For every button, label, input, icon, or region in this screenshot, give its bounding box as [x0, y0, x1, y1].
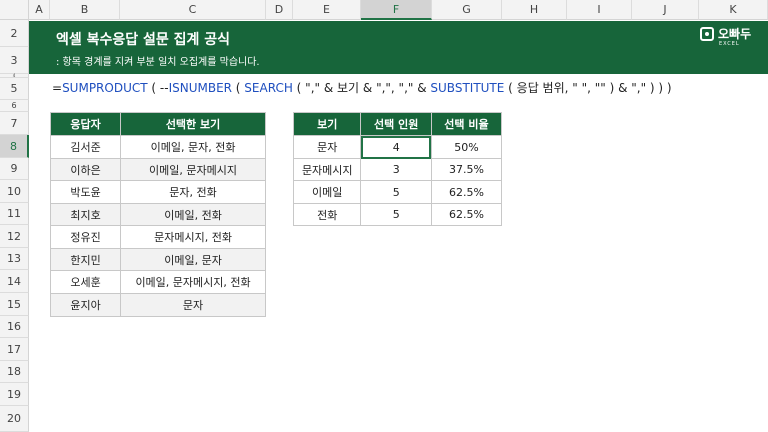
- option-cell[interactable]: 전화: [292, 203, 362, 226]
- formula-text[interactable]: =SUMPRODUCT ( --ISNUMBER ( SEARCH ( "," …: [52, 79, 672, 96]
- row-header-12[interactable]: 12: [0, 225, 29, 248]
- row-header-15[interactable]: 15: [0, 293, 29, 316]
- row-header-11[interactable]: 11: [0, 203, 29, 225]
- col-header-e[interactable]: E: [293, 0, 361, 20]
- banner-subtitle: : 항목 경계를 지켜 부분 일치 오집계를 막습니다.: [56, 57, 260, 68]
- col-header-j[interactable]: J: [632, 0, 699, 20]
- options-cell[interactable]: 이메일, 문자메시지: [120, 158, 266, 181]
- count-cell[interactable]: 5: [360, 203, 432, 226]
- options-cell[interactable]: 문자, 전화: [120, 180, 266, 204]
- row-header-8[interactable]: 8: [0, 135, 29, 158]
- col-header-h[interactable]: H: [502, 0, 567, 20]
- col-header-a[interactable]: A: [29, 0, 50, 20]
- col-header-g[interactable]: G: [432, 0, 502, 20]
- option-cell[interactable]: 문자: [292, 135, 362, 159]
- row-header-14[interactable]: 14: [0, 270, 29, 293]
- respondent-cell[interactable]: 윤지아: [49, 293, 122, 317]
- table-row: 오세훈 이메일, 문자메시지, 전화: [49, 270, 266, 294]
- table-row: 윤지아 문자: [49, 293, 266, 317]
- table-row: 한지민 이메일, 문자: [49, 248, 266, 271]
- col-header-d[interactable]: D: [266, 0, 293, 20]
- row-header-6[interactable]: 6: [0, 100, 29, 112]
- row-header-20[interactable]: 20: [0, 406, 29, 432]
- table-row: 문자메시지 3 37.5%: [292, 158, 503, 181]
- row-header-13[interactable]: 13: [0, 248, 29, 270]
- count-cell-selected[interactable]: 4: [360, 135, 432, 159]
- count-cell[interactable]: 3: [360, 158, 432, 181]
- col-header-k[interactable]: K: [699, 0, 768, 20]
- col-header-b[interactable]: B: [50, 0, 120, 20]
- row-header-16[interactable]: 16: [0, 316, 29, 338]
- logo-subtext: EXCEL: [719, 41, 740, 47]
- row-header-10[interactable]: 10: [0, 180, 29, 203]
- ratio-cell[interactable]: 37.5%: [430, 158, 503, 181]
- options-cell[interactable]: 이메일, 문자메시지, 전화: [120, 270, 266, 294]
- table-row: 문자 4 50%: [292, 135, 503, 159]
- row-header-3[interactable]: 3: [0, 47, 29, 74]
- table-row: 박도윤 문자, 전화: [49, 180, 266, 204]
- options-cell[interactable]: 이메일, 문자: [120, 248, 266, 271]
- logo-icon: [700, 27, 714, 41]
- row-header-9[interactable]: 9: [0, 158, 29, 180]
- row-header-18[interactable]: 18: [0, 361, 29, 383]
- col-header-f[interactable]: F: [361, 0, 432, 20]
- option-cell[interactable]: 이메일: [292, 180, 362, 204]
- table-row: 이하은 이메일, 문자메시지: [49, 158, 266, 181]
- header-ratio[interactable]: 선택 비율: [430, 112, 503, 136]
- respondent-cell[interactable]: 한지민: [49, 248, 122, 271]
- respondent-cell[interactable]: 김서준: [49, 135, 122, 159]
- row-header-5[interactable]: 5: [0, 78, 29, 100]
- options-cell[interactable]: 이메일, 문자, 전화: [120, 135, 266, 159]
- table-row: 김서준 이메일, 문자, 전화: [49, 135, 266, 159]
- options-cell[interactable]: 문자메시지, 전화: [120, 225, 266, 249]
- respondent-cell[interactable]: 정유진: [49, 225, 122, 249]
- col-header-c[interactable]: C: [120, 0, 266, 20]
- respondent-cell[interactable]: 박도윤: [49, 180, 122, 204]
- ratio-cell[interactable]: 50%: [430, 135, 503, 159]
- row-header-19[interactable]: 19: [0, 383, 29, 406]
- table-row: 이메일 5 62.5%: [292, 180, 503, 204]
- ratio-cell[interactable]: 62.5%: [430, 203, 503, 226]
- count-cell[interactable]: 5: [360, 180, 432, 204]
- logo-text: 오빠두: [718, 27, 752, 41]
- respondent-cell[interactable]: 이하은: [49, 158, 122, 181]
- table-row: 정유진 문자메시지, 전화: [49, 225, 266, 249]
- col-header-i[interactable]: I: [567, 0, 632, 20]
- header-selected-options[interactable]: 선택한 보기: [120, 112, 266, 136]
- banner-title: 엑셀 복수응답 설문 집계 공식: [56, 32, 231, 48]
- row-header-2[interactable]: 2: [0, 20, 29, 47]
- table-row: 전화 5 62.5%: [292, 203, 503, 226]
- row-header-17[interactable]: 17: [0, 338, 29, 361]
- option-cell[interactable]: 문자메시지: [292, 158, 362, 181]
- options-cell[interactable]: 문자: [120, 293, 266, 317]
- row-header-7[interactable]: 7: [0, 112, 29, 135]
- response-table: 응답자 선택한 보기 김서준 이메일, 문자, 전화 이하은 이메일, 문자메시지 …: [49, 112, 266, 317]
- header-respondent[interactable]: 응답자: [49, 112, 122, 136]
- summary-table: 보기 선택 인원 선택 비율 문자 4 50% 문자메시지 3 37.5% 이메일 5 62…: [292, 112, 503, 226]
- oppadu-logo: 오빠두: [700, 27, 751, 41]
- respondent-cell[interactable]: 오세훈: [49, 270, 122, 294]
- table-row: 최지호 이메일, 전화: [49, 203, 266, 226]
- select-all-corner[interactable]: [0, 0, 29, 20]
- respondent-cell[interactable]: 최지호: [49, 203, 122, 226]
- header-count[interactable]: 선택 인원: [360, 112, 432, 136]
- ratio-cell[interactable]: 62.5%: [430, 180, 503, 204]
- header-option[interactable]: 보기: [292, 112, 362, 136]
- options-cell[interactable]: 이메일, 전화: [120, 203, 266, 226]
